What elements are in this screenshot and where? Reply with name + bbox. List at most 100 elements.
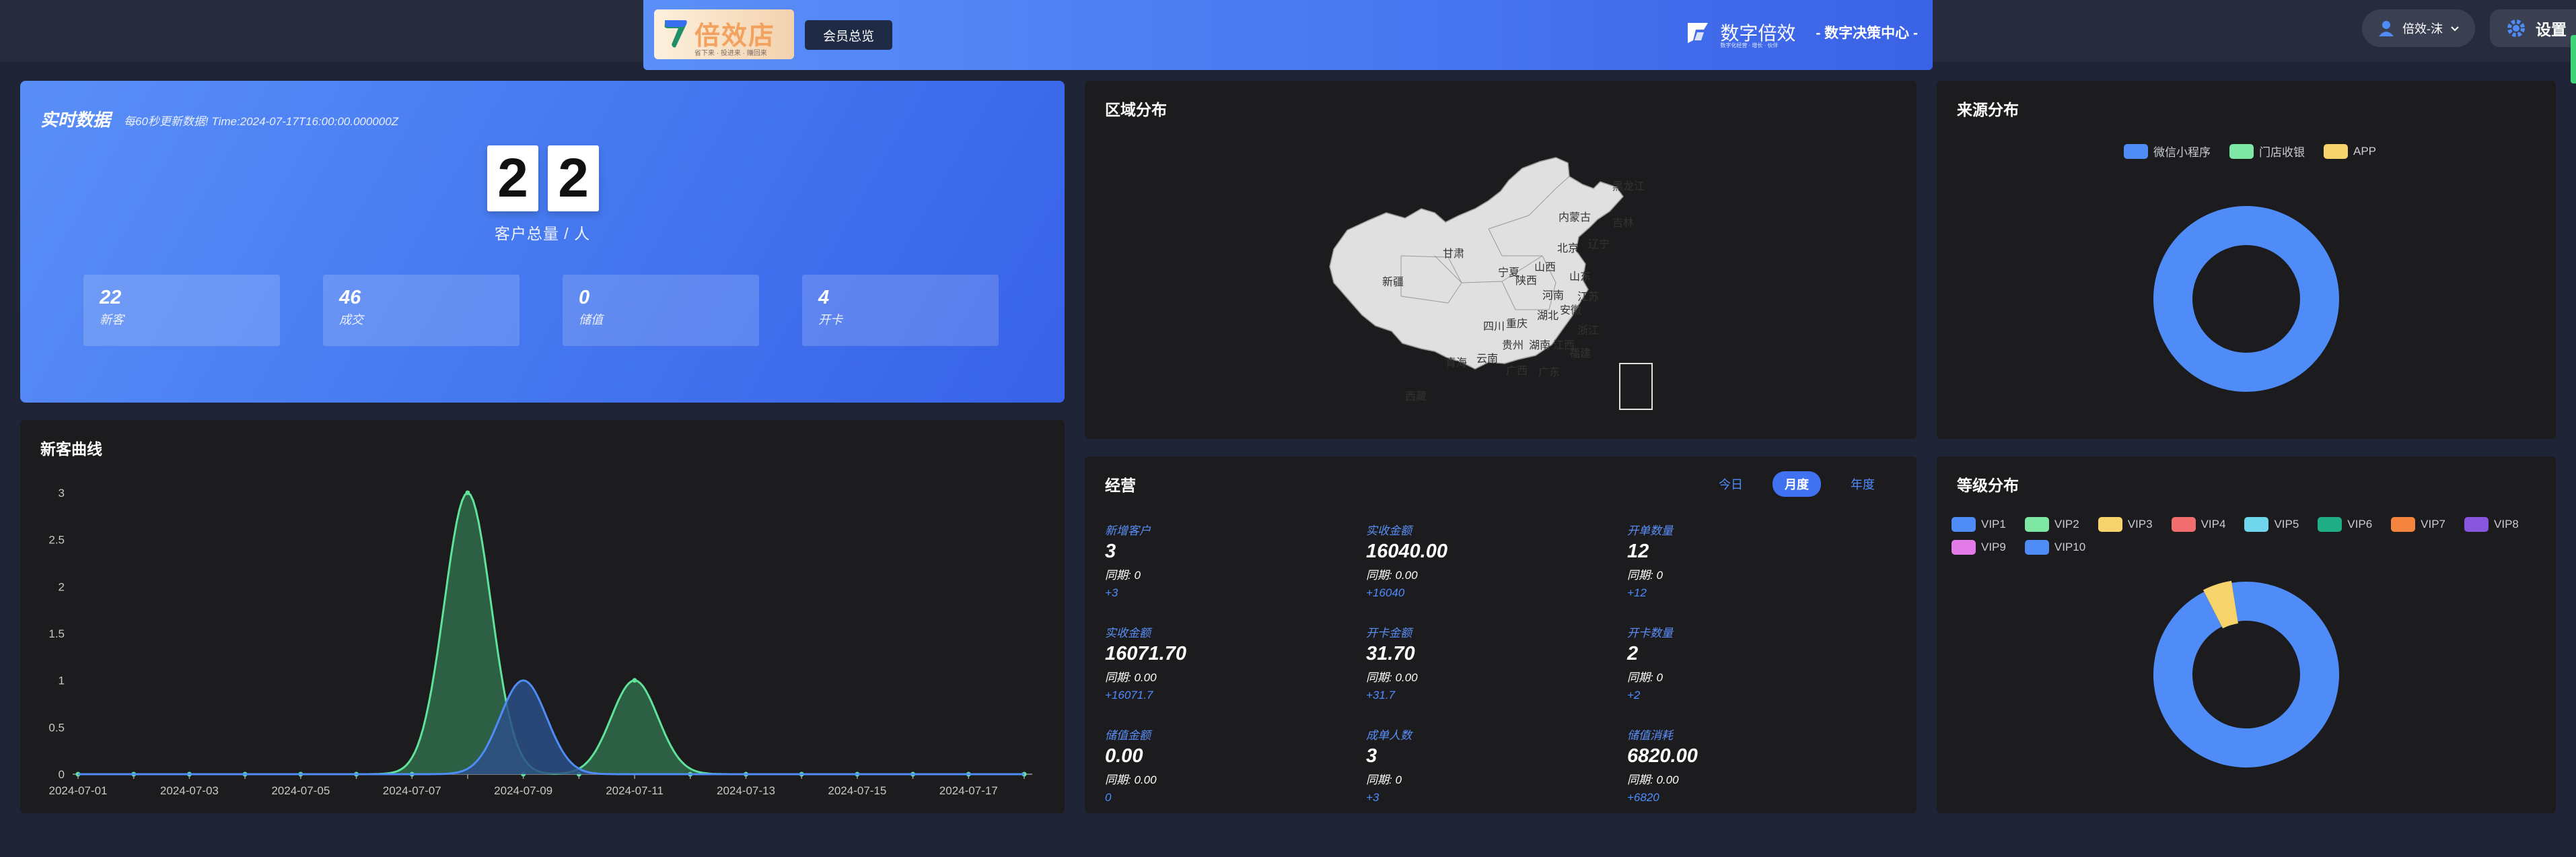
map-province-label[interactable]: 青海 bbox=[1445, 357, 1467, 369]
metric-value: 16071.70 bbox=[1105, 643, 1186, 664]
map-province-label[interactable]: 云南 bbox=[1476, 353, 1498, 365]
map-province-label[interactable]: 浙江 bbox=[1577, 324, 1599, 337]
map-province-label[interactable]: 广西 bbox=[1506, 365, 1528, 377]
map-province-label[interactable]: 贵州 bbox=[1502, 339, 1524, 351]
logo-subtext: 省下来 · 投进来 · 赚回来 bbox=[694, 50, 767, 57]
stat-value: 4 bbox=[818, 287, 830, 308]
settings-button[interactable]: 设置 bbox=[2490, 9, 2576, 47]
realtime-note: 每60秒更新数据! Time:2024-07-17T16:00:00.00000… bbox=[124, 115, 399, 128]
map-province-label[interactable]: 甘肃 bbox=[1443, 248, 1464, 260]
metric-period: 同期: 0.00 bbox=[1105, 671, 1157, 684]
settings-label: 设置 bbox=[2536, 21, 2567, 38]
map-province-label[interactable]: 内蒙古 bbox=[1559, 211, 1591, 224]
app-logo[interactable]: 倍效店 省下来 · 投进来 · 赚回来 bbox=[654, 9, 794, 59]
metric-block: 实收金额 16071.70 同期: 0.00 +16071.7 bbox=[1105, 623, 1334, 702]
map-province-label[interactable]: 陕西 bbox=[1515, 275, 1537, 287]
map-province-label[interactable]: 吉林 bbox=[1612, 217, 1634, 229]
metric-delta: +3 bbox=[1105, 586, 1118, 599]
tab-year[interactable]: 年度 bbox=[1838, 471, 1887, 497]
stat-label: 成交 bbox=[339, 313, 363, 327]
map-province-label[interactable]: 重庆 bbox=[1506, 318, 1528, 330]
metric-block: 储值消耗 6820.00 同期: 0.00 +6820 bbox=[1627, 726, 1856, 804]
realtime-panel: 实时数据 每60秒更新数据! Time:2024-07-17T16:00:00.… bbox=[20, 81, 1065, 403]
stat-card-new: 22 新客 bbox=[83, 275, 280, 346]
x-tick-label: 2024-07-17 bbox=[939, 784, 998, 797]
donut-slice[interactable] bbox=[2153, 582, 2339, 767]
map-province-label[interactable]: 四川 bbox=[1483, 321, 1505, 333]
member-overview-button[interactable]: 会员总览 bbox=[805, 20, 892, 50]
map-province-label[interactable]: 湖北 bbox=[1537, 310, 1559, 322]
total-customers-counter: 2 2 bbox=[487, 145, 599, 211]
header-banner: 倍效店 省下来 · 投进来 · 赚回来 会员总览 数字倍效 数字化经营 · 增长… bbox=[643, 0, 1933, 70]
metric-period: 同期: 0.00 bbox=[1366, 671, 1418, 684]
metric-period: 同期: 0 bbox=[1627, 671, 1663, 684]
metric-value: 6820.00 bbox=[1627, 745, 1698, 767]
y-tick-label: 2 bbox=[59, 580, 65, 593]
metric-label: 实收金额 bbox=[1366, 524, 1412, 537]
map-province-label[interactable]: 湖南 bbox=[1529, 339, 1550, 351]
realtime-title: 实时数据 bbox=[40, 110, 111, 130]
metric-delta: +16040 bbox=[1366, 586, 1405, 599]
map-province-label[interactable]: 山东 bbox=[1569, 271, 1591, 283]
metric-block: 开卡金额 31.70 同期: 0.00 +31.7 bbox=[1366, 623, 1595, 702]
metric-value: 0.00 bbox=[1105, 745, 1143, 767]
stat-label: 储值 bbox=[579, 313, 603, 327]
y-tick-label: 3 bbox=[59, 487, 65, 500]
x-tick-label: 2024-07-05 bbox=[271, 784, 330, 797]
map-province-label[interactable]: 新疆 bbox=[1382, 276, 1404, 288]
total-customers-label: 客户总量 / 人 bbox=[494, 225, 591, 242]
metric-label: 开卡数量 bbox=[1627, 627, 1673, 640]
map-province-label[interactable]: 辽宁 bbox=[1588, 238, 1610, 250]
source-donut-chart[interactable] bbox=[1937, 81, 2556, 439]
map-province-label[interactable]: 山西 bbox=[1534, 261, 1556, 273]
new-customer-chart[interactable]: 0 0.5 1 1.5 2 2.5 3 2024-07-01 2024-07-03 2024-07… bbox=[20, 420, 1065, 813]
metric-delta: +3 bbox=[1366, 791, 1380, 804]
map-province-label[interactable]: 西藏 bbox=[1405, 390, 1427, 403]
level-donut-chart[interactable] bbox=[1937, 456, 2556, 813]
data-point[interactable] bbox=[632, 678, 637, 683]
metric-label: 开单数量 bbox=[1627, 524, 1673, 537]
map-province-label[interactable]: 河南 bbox=[1542, 289, 1564, 302]
map-province-label[interactable]: 福建 bbox=[1569, 347, 1591, 359]
brand-block: 数字倍效 数字化经营 · 增长 · 伙伴 - 数字决策中心 - bbox=[1686, 19, 1918, 48]
map-province-label[interactable]: 北京 bbox=[1557, 242, 1579, 254]
side-accent-bar bbox=[2571, 35, 2576, 83]
map-province-label[interactable]: 江苏 bbox=[1577, 291, 1599, 303]
chevron-down-icon bbox=[2451, 26, 2459, 32]
user-menu[interactable]: 倍效-沫 bbox=[2362, 9, 2475, 47]
map-province-label[interactable]: 广东 bbox=[1538, 366, 1560, 378]
stat-label: 开卡 bbox=[818, 313, 843, 327]
gear-icon bbox=[2507, 20, 2525, 37]
metric-label: 储值消耗 bbox=[1627, 729, 1673, 742]
metric-period: 同期: 0.00 bbox=[1105, 774, 1157, 786]
south-sea-inset bbox=[1619, 363, 1653, 410]
stat-card-stored: 0 储值 bbox=[563, 275, 759, 346]
x-tick-label: 2024-07-09 bbox=[494, 784, 552, 797]
tab-month[interactable]: 月度 bbox=[1773, 471, 1821, 497]
y-tick-label: 0.5 bbox=[48, 721, 65, 734]
map-province-label[interactable]: 安徽 bbox=[1560, 304, 1581, 316]
x-tick-label: 2024-07-03 bbox=[160, 784, 219, 797]
y-tick-label: 1.5 bbox=[48, 627, 65, 640]
counter-digit: 2 bbox=[548, 145, 599, 211]
map-outline bbox=[1329, 157, 1624, 370]
brand-logo-icon bbox=[1688, 23, 1709, 43]
china-map[interactable]: 新疆西藏青海甘肃内蒙古黑龙江吉林辽宁宁夏 山西北京山东陕西河南四川 重庆湖北 安徽江苏… bbox=[1085, 81, 1917, 439]
y-tick-label: 2.5 bbox=[48, 534, 65, 547]
y-tick-label: 0 bbox=[59, 768, 65, 781]
level-panel: 等级分布 VIP1 VIP2 VIP3 VIP4 VIP5 VIP6 VIP7 VIP8 VIP… bbox=[1937, 456, 2556, 813]
metric-period: 同期: 0.00 bbox=[1366, 569, 1418, 582]
metric-delta: +12 bbox=[1627, 586, 1647, 599]
stat-value: 0 bbox=[579, 287, 590, 308]
x-tick-label: 2024-07-07 bbox=[383, 784, 441, 797]
metric-delta: +2 bbox=[1627, 689, 1641, 701]
metric-block: 开单数量 12 同期: 0 +12 bbox=[1627, 521, 1856, 600]
x-tick-label: 2024-07-15 bbox=[828, 784, 886, 797]
data-point[interactable] bbox=[465, 490, 470, 495]
donut-slice[interactable] bbox=[2203, 580, 2240, 629]
tab-today[interactable]: 今日 bbox=[1707, 471, 1755, 497]
business-title: 经营 bbox=[1105, 477, 1136, 494]
map-province-label[interactable]: 黑龙江 bbox=[1612, 180, 1645, 193]
metric-value: 2 bbox=[1627, 643, 1639, 664]
new-customer-curve-panel: 新客曲线 0 0.5 1 1.5 2 2.5 3 2024-07-01 2024-07-03 20… bbox=[20, 420, 1065, 813]
